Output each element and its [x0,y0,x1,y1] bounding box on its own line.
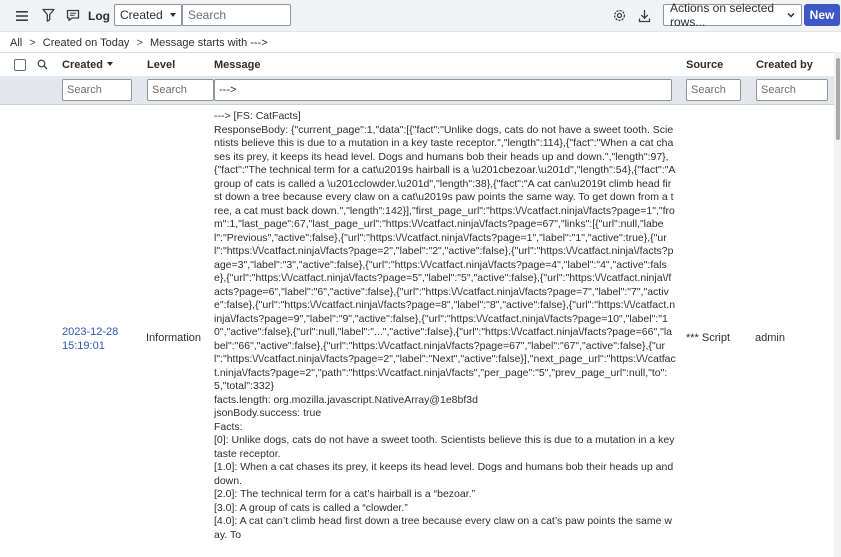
source-cell: *** Script [686,332,731,344]
select-all-checkbox[interactable] [14,59,26,71]
created-link[interactable]: 2023-12-28 15:19:01 [62,325,132,353]
funnel-filter-icon[interactable] [40,7,56,23]
hamburger-menu-icon[interactable] [14,8,30,24]
chevron-down-icon [787,12,795,18]
created-filter-input[interactable] [62,79,132,101]
chat-bubble-icon[interactable] [65,7,81,23]
column-header-created-label: Created [62,59,103,71]
new-button[interactable]: New [804,4,840,26]
breadcrumb-separator: > [29,37,36,49]
search-icon[interactable] [37,59,48,73]
message-cell: ---> [FS: CatFacts] ResponseBody: {"curr… [214,110,676,541]
breadcrumb-separator: > [136,37,143,49]
actions-select-label: Actions on selected rows... [670,1,775,29]
breadcrumb-item-all[interactable]: All [10,37,22,49]
caret-down-icon [170,13,176,17]
level-cell: Information [146,332,202,344]
download-icon[interactable] [636,7,653,24]
list-title: Log [88,9,110,23]
breadcrumb-item-created-today[interactable]: Created on Today [43,37,130,49]
gear-icon[interactable] [611,7,628,24]
table-row: 2023-12-28 15:19:01 Information ---> [FS… [0,105,834,557]
column-header-created-by[interactable]: Created by [756,59,813,71]
log-table: Created Level Message Source Created by … [0,52,834,557]
breadcrumb: All > Created on Today > Message starts … [10,37,272,49]
column-header-message[interactable]: Message [214,59,260,71]
column-header-created[interactable]: Created [62,59,113,71]
column-filter-row [0,76,834,105]
list-toolbar: Log Created Actions on selected rows... … [0,0,841,32]
sort-descending-icon [106,62,113,66]
created-by-filter-input[interactable] [756,79,828,101]
column-header-source[interactable]: Source [686,59,723,71]
created-by-cell: admin [755,332,785,344]
search-field-select-value: Created [120,8,163,22]
level-filter-input[interactable] [147,79,214,101]
actions-on-selected-rows-select[interactable]: Actions on selected rows... [663,1,802,29]
table-header-row: Created Level Message Source Created by [0,52,834,76]
breadcrumb-item-message-filter[interactable]: Message starts with ---> [150,37,268,49]
source-filter-input[interactable] [686,79,741,101]
message-filter-input[interactable] [214,79,672,101]
scrollbar-thumb[interactable] [836,58,840,140]
search-field-select[interactable]: Created [114,4,182,26]
column-header-level[interactable]: Level [147,59,175,71]
list-search-input[interactable] [182,4,291,26]
